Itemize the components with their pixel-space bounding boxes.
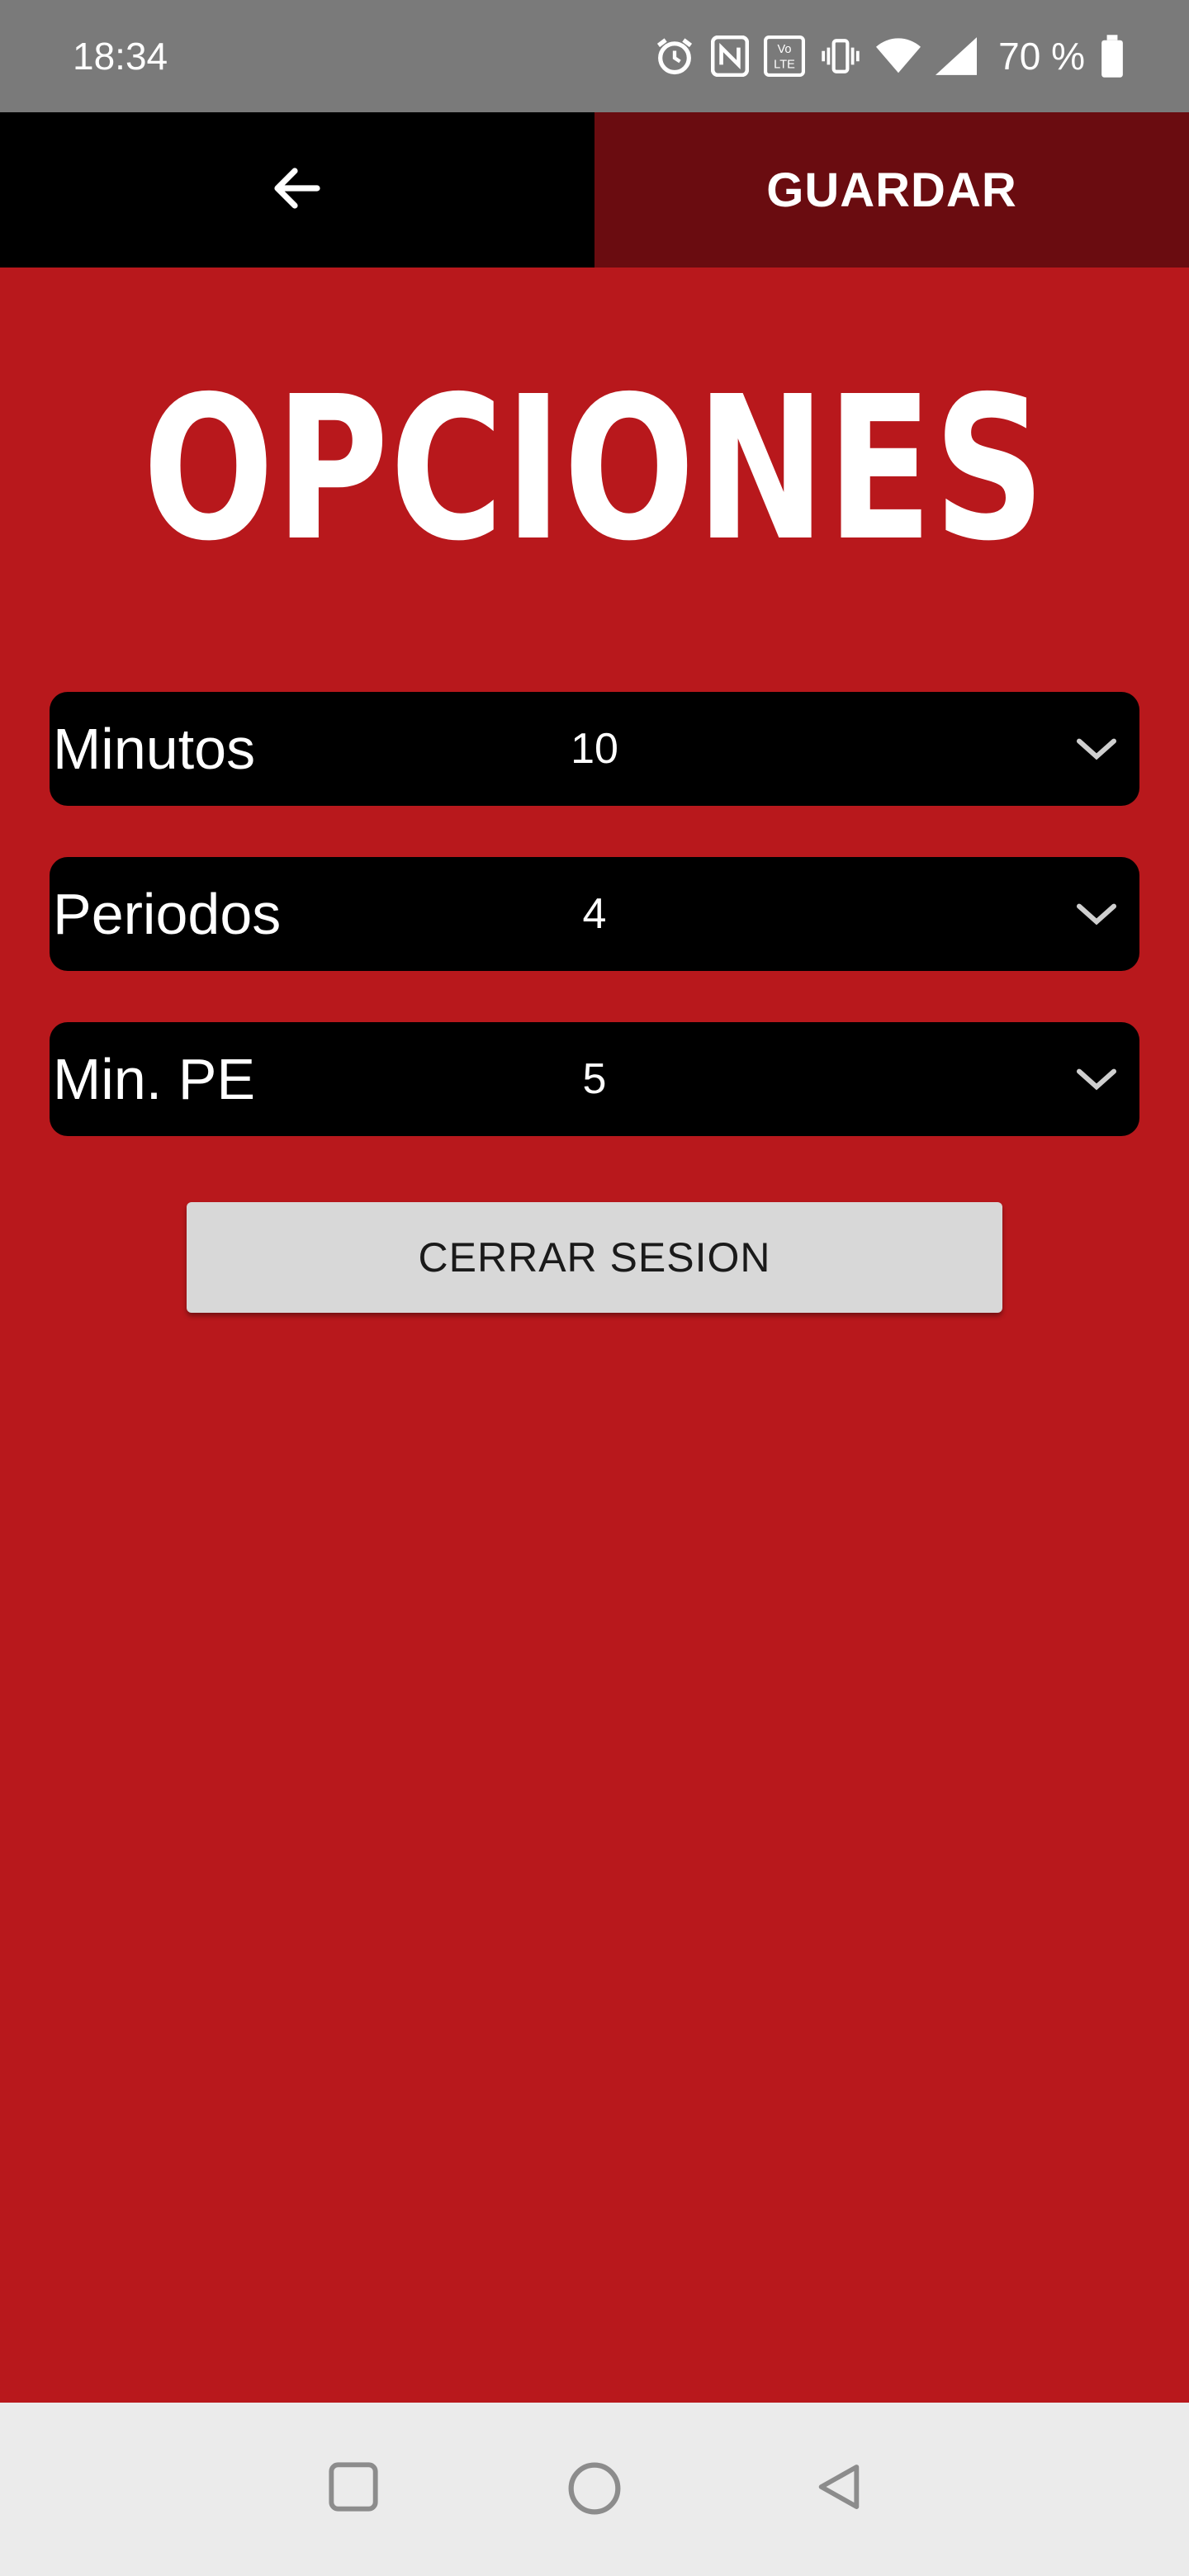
status-icons: Vo LTE 70 % — [653, 34, 1125, 78]
wifi-icon — [876, 36, 921, 76]
top-bar: GUARDAR — [0, 112, 1189, 268]
arrow-left-icon — [268, 159, 327, 222]
system-nav-bar — [0, 2403, 1189, 2576]
back-icon[interactable] — [812, 2460, 865, 2517]
minutes-select[interactable]: Minutos 10 — [50, 692, 1139, 806]
recent-apps-icon[interactable] — [327, 2460, 380, 2517]
back-button[interactable] — [0, 112, 594, 268]
overtime-minutes-value: 5 — [582, 1055, 607, 1103]
status-bar: 18:34 Vo LTE 70 % — [0, 0, 1189, 112]
save-button[interactable]: GUARDAR — [594, 112, 1189, 268]
page-title: OPCIONES — [142, 353, 1047, 585]
nfc-icon — [711, 36, 750, 77]
overtime-minutes-select[interactable]: Min. PE 5 — [50, 1022, 1139, 1136]
battery-percentage: 70 % — [998, 35, 1085, 78]
battery-icon — [1100, 35, 1125, 78]
svg-text:Vo: Vo — [778, 43, 792, 56]
chevron-down-icon — [1073, 1059, 1120, 1103]
chevron-down-icon — [1073, 729, 1120, 773]
alarm-icon — [653, 35, 696, 78]
chevron-down-icon — [1073, 894, 1120, 938]
periods-value: 4 — [582, 890, 607, 938]
minutes-value: 10 — [571, 725, 618, 773]
home-icon[interactable] — [566, 2460, 623, 2521]
volte-icon: Vo LTE — [764, 36, 806, 77]
logout-button[interactable]: CERRAR SESION — [187, 1202, 1002, 1313]
svg-text:LTE: LTE — [774, 59, 795, 72]
periods-select[interactable]: Periodos 4 — [50, 857, 1139, 971]
vibrate-icon — [820, 36, 861, 77]
signal-icon — [936, 36, 978, 76]
status-time: 18:34 — [73, 35, 168, 78]
